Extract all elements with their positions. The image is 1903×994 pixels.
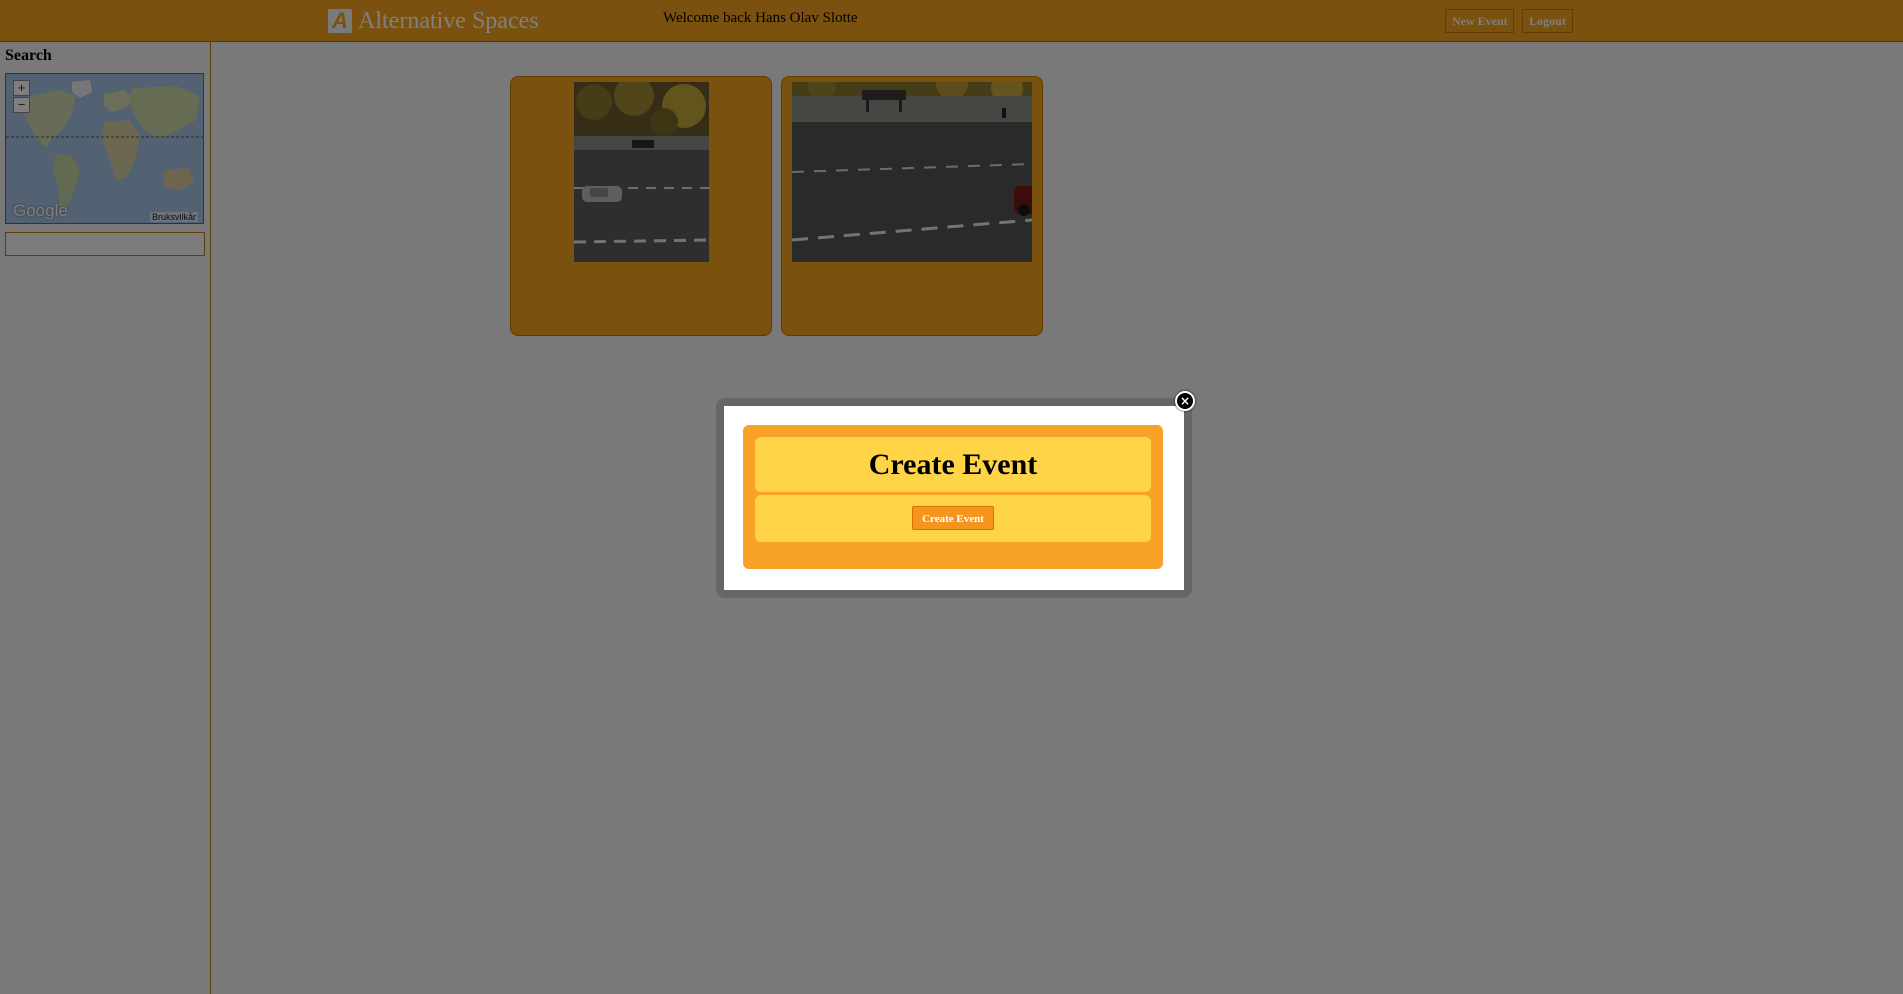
close-modal-button[interactable]: ×	[1175, 391, 1195, 411]
create-event-button[interactable]: Create Event	[912, 506, 994, 530]
modal-title: Create Event	[868, 448, 1038, 481]
modal-button-box: Create Event	[755, 495, 1151, 542]
modal-title-box: Create Event	[755, 437, 1151, 492]
close-icon: ×	[1179, 394, 1191, 408]
